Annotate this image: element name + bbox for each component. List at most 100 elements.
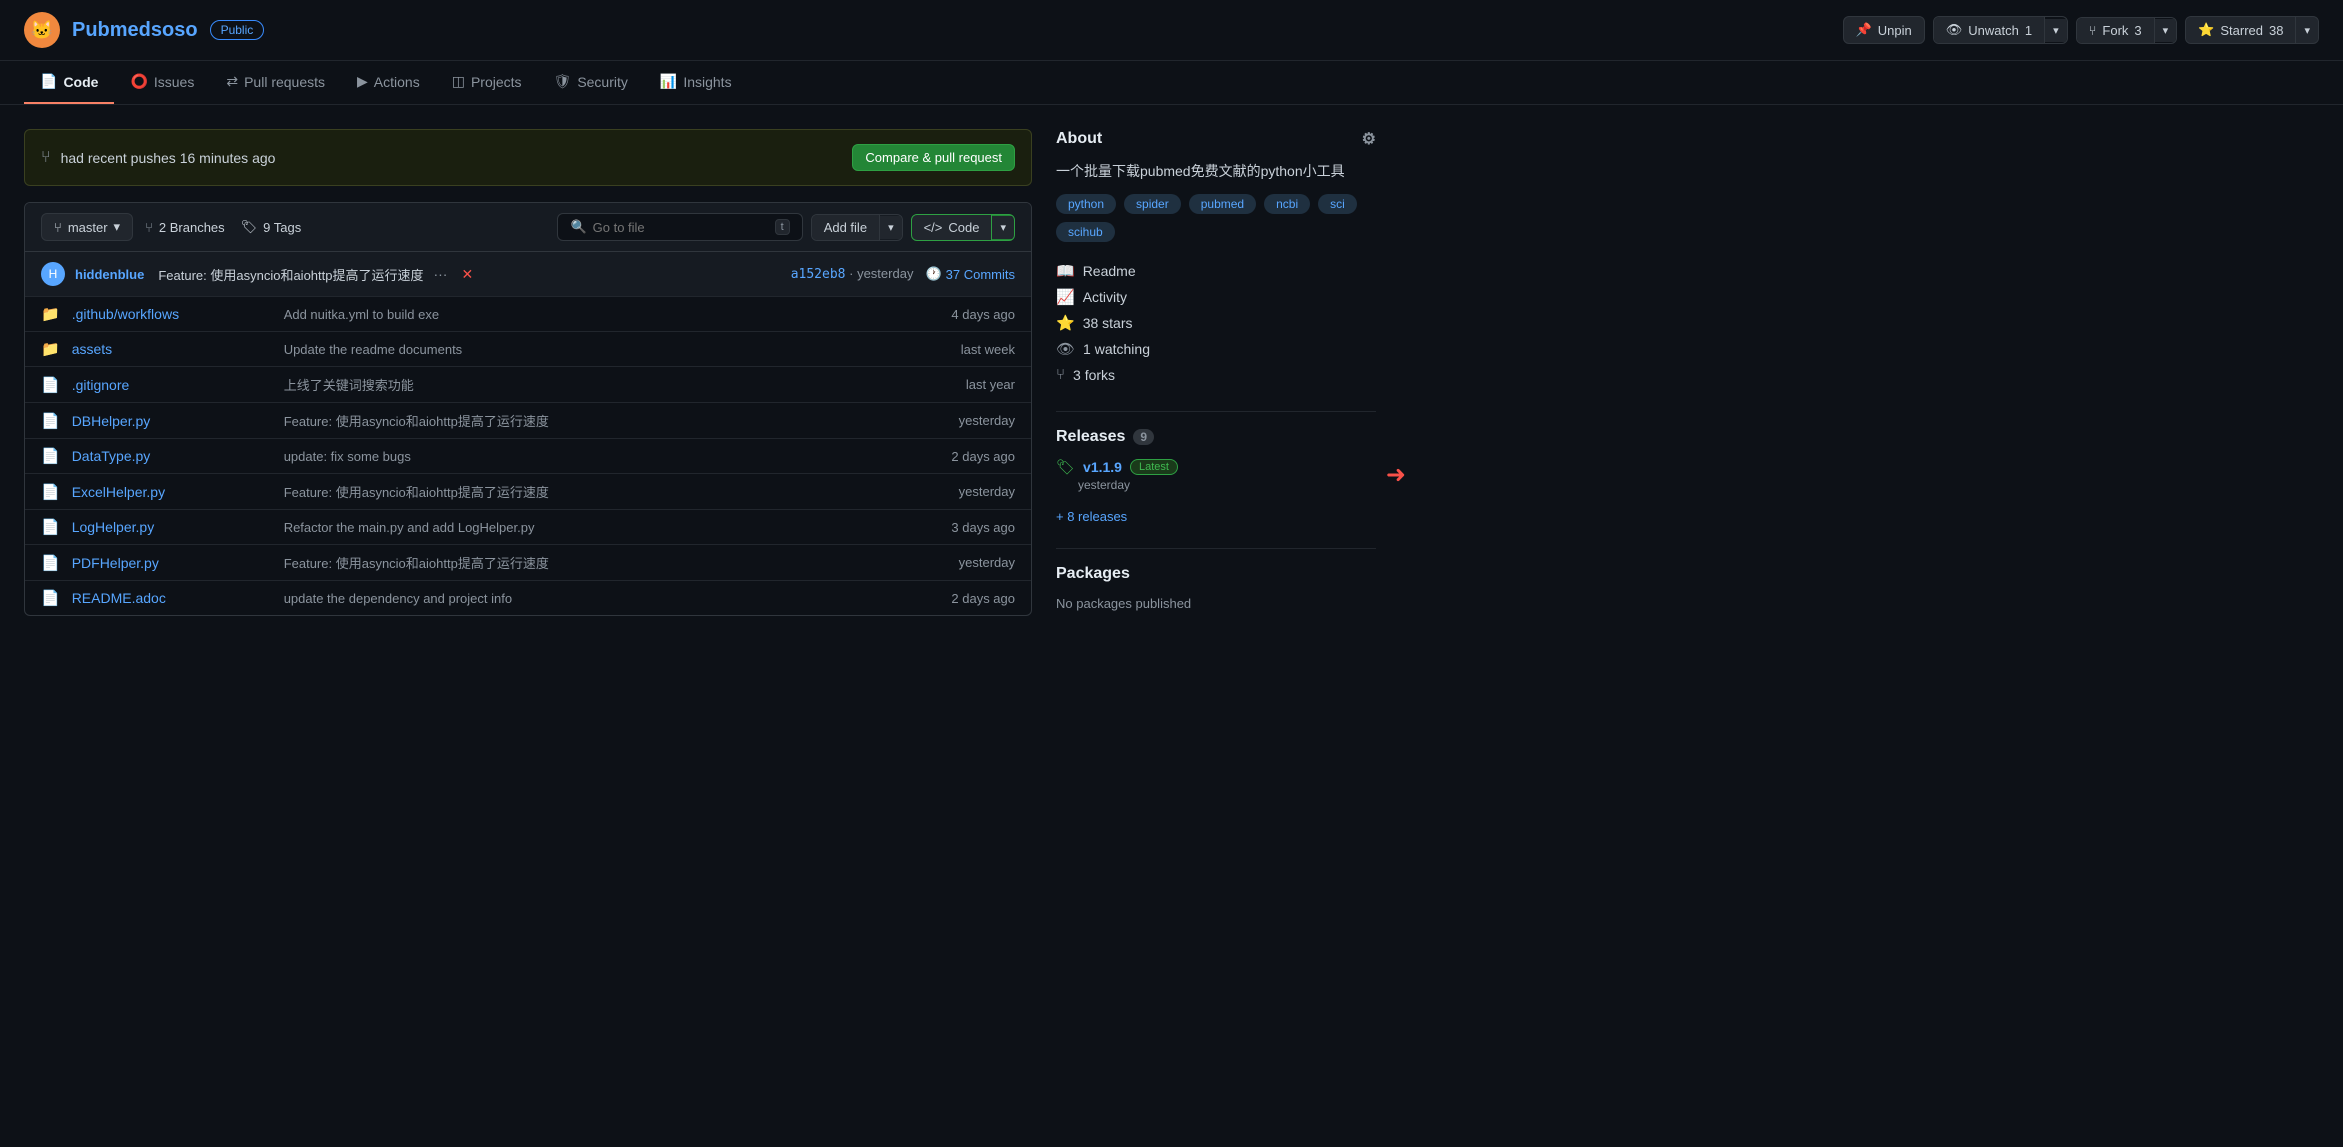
file-name[interactable]: DBHelper.py [72,413,272,429]
file-icon: 📄 [41,376,60,394]
file-name[interactable]: LogHelper.py [72,519,272,535]
star-dropdown-arrow[interactable]: ▾ [2296,19,2318,42]
file-icon: 📄 [41,589,60,607]
file-row: 📁.github/workflowsAdd nuitka.yml to buil… [25,297,1031,332]
fork-button[interactable]: ⑂ Fork 3 [2077,18,2155,43]
compare-pull-request-button[interactable]: Compare & pull request [852,144,1015,171]
code-split: </> Code ▾ [911,214,1015,241]
file-name[interactable]: assets [72,341,272,357]
unwatch-dropdown-arrow[interactable]: ▾ [2045,19,2067,42]
repo-title[interactable]: Pubmedsoso [72,19,198,42]
sidebar-link-label: Activity [1083,289,1127,305]
topic-tag[interactable]: python [1056,194,1116,214]
fork-icon: ⑂ [2089,23,2097,38]
shortcut-key: t [775,219,790,235]
main-layout: ⑂ had recent pushes 16 minutes ago Compa… [0,105,1400,635]
go-to-file-search[interactable]: 🔍 t [557,213,802,241]
more-releases-link[interactable]: + 8 releases [1056,509,1127,524]
release-version[interactable]: v1.1.9 [1083,459,1122,475]
commit-hash[interactable]: a152eb8 [791,267,846,282]
file-row: 📄DBHelper.pyFeature: 使用asyncio和aiohttp提高… [25,403,1031,439]
branches-count[interactable]: ⑂ 2 Branches [145,220,225,235]
latest-badge: Latest [1130,459,1178,475]
tab-insights[interactable]: 📊 Insights [644,61,748,104]
file-commit-message: Update the readme documents [284,342,903,357]
close-commit-button[interactable]: ✕ [461,266,473,283]
tab-code[interactable]: 📄 Code [24,61,114,104]
file-commit-message: update: fix some bugs [284,449,903,464]
release-arrow-indicator: ➜ [1386,461,1406,490]
tags-count[interactable]: 🏷 9 Tags [241,219,302,235]
file-name[interactable]: .gitignore [72,377,272,393]
security-tab-icon: 🛡 [554,73,572,90]
file-name[interactable]: .github/workflows [72,306,272,322]
sidebar-links: 📖Readme📈Activity⭐38 stars 👁 1 watching ⑂3 f… [1056,258,1376,387]
topic-tag[interactable]: sci [1318,194,1357,214]
file-row: 📄PDFHelper.pyFeature: 使用asyncio和aiohttp提… [25,545,1031,581]
sidebar-link-label: 3 forks [1073,367,1115,383]
pr-tab-icon: ⇄ [226,73,238,90]
commit-dot-separator: · [849,266,857,281]
file-browser: ⑂ master ▾ ⑂ 2 Branches 🏷 9 Tags [24,202,1032,616]
unpin-button[interactable]: 📌 Unpin [1843,16,1925,44]
file-commit-message: Feature: 使用asyncio和aiohttp提高了运行速度 [284,482,903,501]
topic-tag[interactable]: spider [1124,194,1181,214]
top-header: 🐱 Pubmedsoso Public 📌 Unpin 👁 Unwatch 1 … [0,0,2343,61]
releases-count-badge: 9 [1133,429,1154,445]
no-packages-text: No packages published [1056,596,1191,611]
sidebar-link-label: Readme [1083,263,1136,279]
sidebar-link-readme[interactable]: 📖Readme [1056,258,1376,284]
topic-tag[interactable]: scihub [1056,222,1115,242]
sidebar-link-1-watching[interactable]: 👁 1 watching [1056,336,1376,362]
about-gear-icon[interactable]: ⚙ [1362,129,1376,149]
push-message: had recent pushes 16 minutes ago [61,150,276,166]
insights-tab-icon: 📊 [660,73,677,90]
topic-tag[interactable]: ncbi [1264,194,1310,214]
fork-dropdown-arrow[interactable]: ▾ [2155,19,2177,42]
tab-pull-requests[interactable]: ⇄ Pull requests [210,61,341,104]
topic-tag[interactable]: pubmed [1189,194,1256,214]
sidebar-link-3-forks[interactable]: ⑂3 forks [1056,362,1376,387]
file-icon: 📄 [41,518,60,536]
header-actions: 📌 Unpin 👁 Unwatch 1 ▾ ⑂ Fork 3 ▾ ⭐ Starr… [1843,16,2319,44]
commits-link[interactable]: 🕐 37 Commits [925,266,1015,282]
file-row: 📄README.adocupdate the dependency and pr… [25,581,1031,615]
file-time: 3 days ago [915,520,1015,535]
tags-row: python spider pubmed ncbisci scihub [1056,194,1376,242]
file-time: 2 days ago [915,591,1015,606]
tab-actions[interactable]: ▶ Actions [341,61,436,104]
add-file-button[interactable]: Add file [812,215,880,240]
branch-selector-icon: ⑂ [54,220,62,235]
branch-selector[interactable]: ⑂ master ▾ [41,213,133,241]
file-list: 📁.github/workflowsAdd nuitka.yml to buil… [25,297,1031,615]
code-button[interactable]: </> Code [912,215,993,240]
commit-row: H hiddenblue Feature: 使用asyncio和aiohttp提… [25,252,1031,297]
tab-issues[interactable]: ⭕ Issues [114,61,210,104]
file-name[interactable]: README.adoc [72,590,272,606]
file-name[interactable]: DataType.py [72,448,272,464]
star-button[interactable]: ⭐ Starred 38 [2186,17,2296,43]
code-dropdown-arrow[interactable]: ▾ [992,216,1014,239]
tab-projects[interactable]: ◫ Projects [436,61,538,104]
sidebar-divider-1 [1056,411,1376,412]
file-name[interactable]: PDFHelper.py [72,555,272,571]
sidebar-link-38-stars[interactable]: ⭐38 stars [1056,310,1376,336]
about-title: About ⚙ [1056,129,1376,149]
sidebar-link-label: 1 watching [1083,341,1150,357]
file-name[interactable]: ExcelHelper.py [72,484,272,500]
actions-tab-icon: ▶ [357,73,368,90]
file-row: 📁assetsUpdate the readme documentslast w… [25,332,1031,367]
releases-title: Releases 9 [1056,428,1376,446]
nav-tabs: 📄 Code ⭕ Issues ⇄ Pull requests ▶ Action… [0,61,2343,105]
release-date: yesterday [1078,478,1376,492]
branch-chevron-icon: ▾ [114,219,121,235]
commit-author[interactable]: hiddenblue [75,267,144,282]
tab-security[interactable]: 🛡 Security [538,61,644,104]
add-file-dropdown-arrow[interactable]: ▾ [880,216,902,239]
sidebar-link-icon: 👁 [1056,340,1075,358]
unwatch-button[interactable]: 👁 Unwatch 1 [1934,17,2045,43]
sidebar-link-activity[interactable]: 📈Activity [1056,284,1376,310]
latest-release: 🏷 v1.1.9 Latest yesterday ➜ [1056,458,1376,492]
code-tab-icon: 📄 [40,73,57,90]
search-input[interactable] [593,220,769,235]
